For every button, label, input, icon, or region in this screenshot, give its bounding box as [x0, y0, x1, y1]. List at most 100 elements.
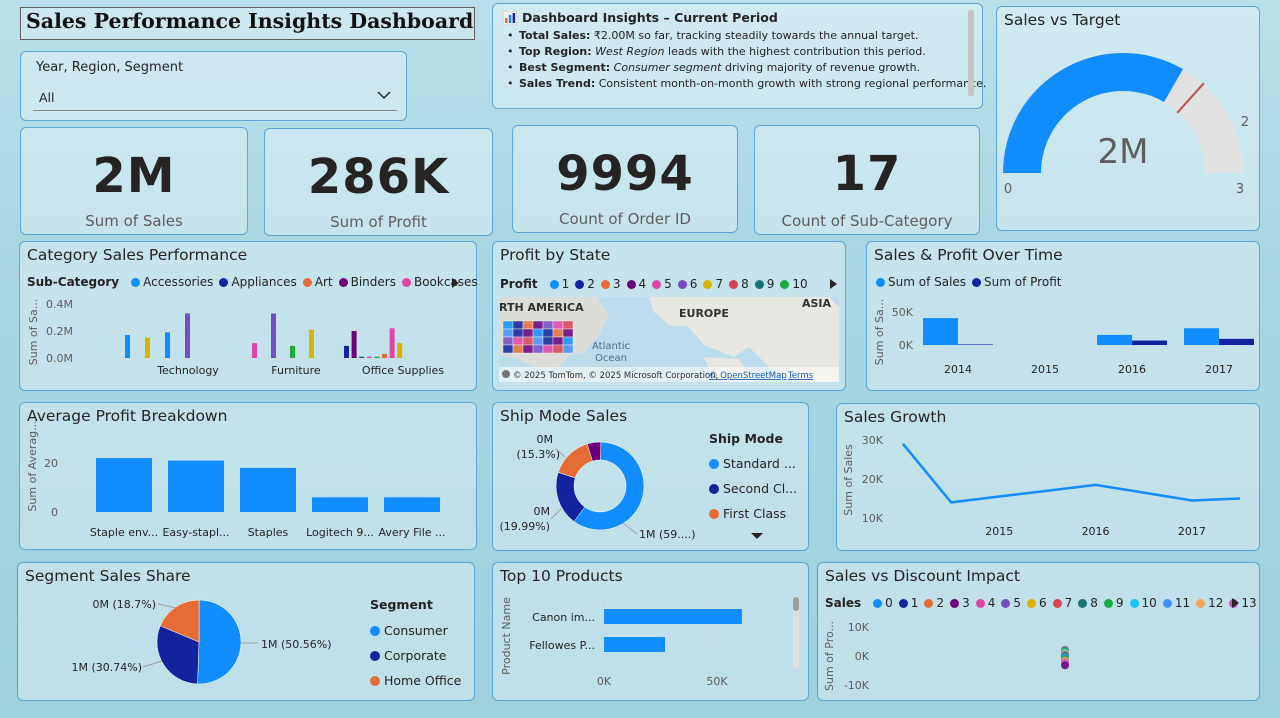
- state-shape: [562, 320, 574, 330]
- bullet: •: [507, 61, 517, 74]
- map-area[interactable]: RTH AMERICA EUROPE ASIA Atlantic Ocean © 2025…: [499, 297, 839, 382]
- top10-scrollbar[interactable]: [793, 597, 799, 669]
- terms-link: Terms: [787, 371, 814, 381]
- state-shape: [552, 328, 564, 338]
- bar: [366, 356, 372, 358]
- insight-text: Consistent month-on-month growth with st…: [595, 77, 987, 90]
- sales-time-chart: Sum of Sa... 50K 0K 2014 2015 2016 2017: [873, 299, 1255, 376]
- insights-card: Dashboard Insights – Current Period • To…: [492, 3, 987, 109]
- insight-item: • Total Sales: ₹2.00M so far, tracking s…: [507, 28, 986, 44]
- legend-item: Standard ...: [709, 451, 797, 476]
- state-shape: [542, 336, 554, 346]
- kpi-label: Sum of Profit: [330, 213, 427, 231]
- state-shape: [562, 344, 574, 354]
- x-tick-label: 2014: [944, 363, 972, 376]
- legend-label: 9: [766, 277, 775, 291]
- slicer-dropdown[interactable]: All: [33, 82, 397, 111]
- bar: [125, 335, 130, 358]
- insight-text: ₹2.00M so far, tracking steadily towards…: [590, 29, 919, 42]
- leader-line: [142, 660, 163, 668]
- state-shape: [542, 328, 554, 338]
- kpi-card-subcategory: 17 Count of Sub-Category: [754, 125, 980, 235]
- y-tick-label: 0.0M: [46, 352, 73, 365]
- data-label: 1M (50.56%): [261, 638, 332, 651]
- legend-dot: [575, 279, 585, 289]
- legend-dot: [709, 458, 719, 469]
- legend-dot: [549, 279, 559, 289]
- bar-profit: [958, 344, 993, 345]
- y-tick-label: 20K: [862, 473, 884, 486]
- x-tick-label: 2016: [1082, 525, 1110, 538]
- data-label: 0M: [534, 505, 551, 518]
- kpi-card-sales: 2M Sum of Sales: [20, 127, 248, 235]
- x-tick-label: 2015: [985, 525, 1013, 538]
- bar: [240, 467, 296, 512]
- y-tick-label: 10K: [862, 512, 884, 525]
- legend-label: Standard ...: [723, 456, 796, 471]
- legend-label: 10: [792, 277, 808, 291]
- y-axis-label: Sum of Pro...: [823, 621, 836, 691]
- data-label: 1M (30.74%): [71, 661, 142, 674]
- insight-text: leads with the highest contribution this…: [664, 45, 926, 58]
- gauge-fill: [1003, 52, 1183, 173]
- x-tick-label: Logitech 9...: [306, 526, 374, 539]
- bar: [344, 345, 349, 358]
- state-shape: [532, 344, 544, 354]
- scatter-point: [1061, 661, 1069, 670]
- kpi-value: 286K: [307, 149, 450, 205]
- top10-chart: Product Name Canon im... Fellowes P... 0K 50…: [500, 597, 742, 688]
- y-axis-label: Sum of Sales: [842, 444, 855, 516]
- bar: [384, 497, 440, 512]
- segment-legend: Consumer Corporate Home Office: [370, 618, 461, 693]
- segment-card: Segment Sales Share 1M (50.56%) 1M (30.74…: [17, 562, 475, 701]
- leader-line: [157, 603, 177, 609]
- legend-dot: [600, 279, 610, 289]
- state-shape: [532, 336, 544, 346]
- insights-header: Dashboard Insights – Current Period: [522, 10, 778, 25]
- y-tick-label: 0K: [899, 339, 914, 352]
- bar-sales: [923, 318, 958, 345]
- kpi-card-orders: 9994 Count of Order ID: [512, 125, 738, 233]
- y-tick-label: -10K: [844, 679, 870, 692]
- legend-dot: [370, 625, 380, 636]
- legend-label: First Class: [723, 506, 787, 521]
- map-label-europe: EUROPE: [679, 307, 729, 320]
- osm-link: © OpenStreetMap: [709, 371, 787, 381]
- kpi-value: 17: [832, 146, 902, 202]
- insights-scrollbar[interactable]: [968, 10, 974, 96]
- x-tick-label: Easy-stapl...: [162, 526, 229, 539]
- scroll-thumb[interactable]: [793, 597, 799, 611]
- bar: [312, 497, 368, 512]
- y-tick-label: Fellowes P...: [529, 639, 595, 652]
- legend-dot: [703, 279, 713, 289]
- insight-emphasis: West Region: [591, 45, 665, 58]
- legend-item: Consumer: [370, 618, 461, 643]
- legend-dot: [626, 279, 636, 289]
- legend-dot: [370, 675, 380, 686]
- kpi-card-profit: 286K Sum of Profit: [264, 128, 493, 236]
- bar-profit: [1132, 340, 1167, 345]
- leader-line: [550, 508, 562, 520]
- bar: [309, 329, 314, 358]
- map-label-ocean: Atlantic: [592, 341, 630, 352]
- x-tick-label: 2017: [1205, 363, 1233, 376]
- y-tick-label: 0.4M: [46, 298, 73, 311]
- scroll-down-icon[interactable]: [750, 532, 764, 540]
- state-shape: [532, 320, 544, 330]
- profit-state-title: Profit by State: [500, 246, 611, 264]
- map-label-ocean: Ocean: [595, 353, 627, 364]
- x-tick-label: Avery File ...: [378, 526, 445, 539]
- legend-next-arrow-icon[interactable]: [830, 279, 837, 289]
- legend-dot: [677, 279, 687, 289]
- state-shape: [502, 320, 514, 330]
- x-tick-label: 0K: [597, 675, 612, 688]
- state-shape: [512, 320, 524, 330]
- ship-mode-card: Ship Mode Sales 0M (15.3%) 0M (19.99%) 1M (5…: [492, 402, 809, 551]
- x-tick-label: Office Supplies: [362, 364, 444, 377]
- legend-dot: [709, 483, 719, 494]
- chevron-down-icon: [377, 91, 391, 100]
- y-axis-label: Sum of Averag...: [26, 420, 39, 511]
- insight-text: driving majority of revenue growth.: [721, 61, 921, 74]
- insight-item: • Best Segment: Consumer segment driving…: [507, 60, 986, 76]
- state-shape: [542, 344, 554, 354]
